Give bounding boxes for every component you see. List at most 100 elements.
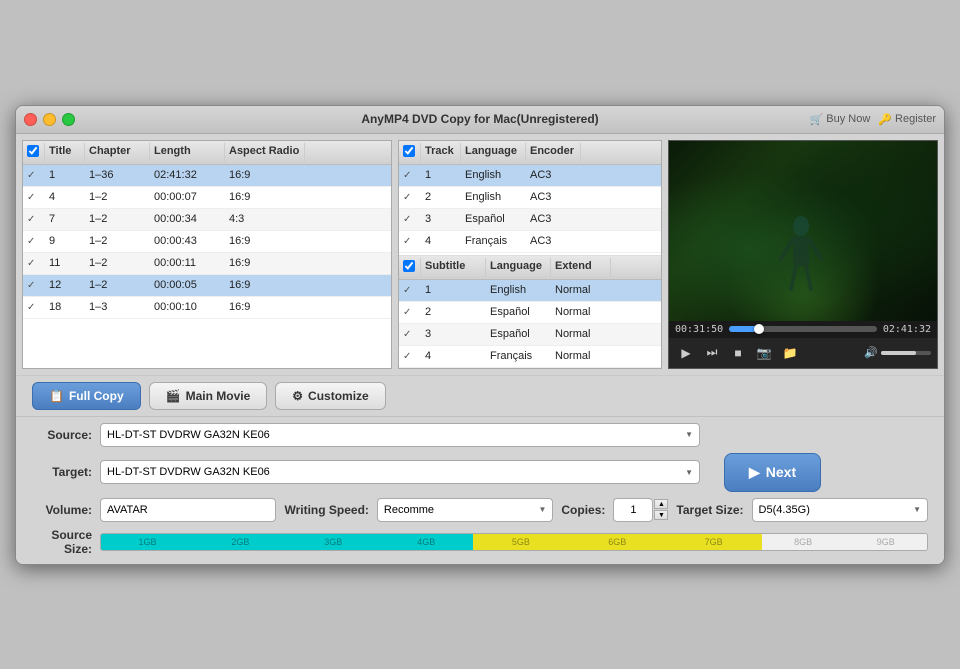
copies-label: Copies:: [561, 503, 605, 517]
avatar-figure: [776, 214, 826, 294]
folder-button[interactable]: 📁: [779, 342, 801, 364]
close-button[interactable]: [24, 113, 37, 126]
screenshot-button[interactable]: 📷: [753, 342, 775, 364]
window-title: AnyMP4 DVD Copy for Mac(Unregistered): [361, 112, 598, 126]
maximize-button[interactable]: [62, 113, 75, 126]
register-button[interactable]: 🔑 Register: [878, 113, 936, 126]
volume-input[interactable]: AVATAR: [100, 498, 276, 522]
main-content: Title Chapter Length Aspect Radio ✓ 1 1–…: [16, 134, 944, 375]
current-time: 00:31:50: [675, 324, 723, 335]
main-movie-button[interactable]: 🎬 Main Movie: [149, 382, 268, 410]
th-sub-check: [399, 258, 421, 277]
track-row[interactable]: ✓ 3 Español AC3: [399, 209, 661, 231]
source-size-label: Source Size:: [32, 528, 92, 556]
table-row[interactable]: ✓ 4 1–2 00:00:07 16:9: [23, 187, 391, 209]
source-label: Source:: [32, 428, 92, 442]
subtitle-row[interactable]: ✓ 3 Español Normal: [399, 324, 661, 346]
source-size-bar: 1GB2GB3GB4GB 5GB6GB7GB 8GB9GB: [100, 533, 928, 551]
subtitle-row[interactable]: ✓ 4 Français Normal: [399, 346, 661, 368]
preview-panel: 00:31:50 02:41:32 ▶ ⏭ ■ 📷 📁: [668, 140, 938, 369]
th-subtitle: Subtitle: [421, 258, 486, 277]
select-all-subtitles[interactable]: [403, 260, 415, 272]
fast-forward-button[interactable]: ⏭: [701, 342, 723, 364]
tracks-header: Track Language Encoder: [399, 141, 661, 165]
copy-buttons-row: 📋 Full Copy 🎬 Main Movie ⚙ Customize: [16, 375, 944, 416]
main-window: AnyMP4 DVD Copy for Mac(Unregistered) 🛒 …: [15, 105, 945, 565]
copy-icon: 📋: [49, 389, 64, 403]
volume-label: Volume:: [32, 503, 92, 517]
progress-thumb: [754, 324, 764, 334]
table-row[interactable]: ✓ 9 1–2 00:00:43 16:9: [23, 231, 391, 253]
table-row[interactable]: ✓ 11 1–2 00:00:11 16:9: [23, 253, 391, 275]
titlebar: AnyMP4 DVD Copy for Mac(Unregistered) 🛒 …: [16, 106, 944, 134]
preview-video: [669, 141, 937, 321]
titles-header: Title Chapter Length Aspect Radio: [23, 141, 391, 165]
volume-row: Volume: AVATAR Writing Speed: Recomme Co…: [32, 498, 928, 522]
next-button[interactable]: ▶ Next: [724, 453, 821, 492]
play-button[interactable]: ▶: [675, 342, 697, 364]
volume-slider: 🔊: [864, 346, 931, 359]
target-dropdown[interactable]: HL-DT-ST DVDRW GA32N KE06: [100, 460, 700, 484]
bottom-panel: Source: HL-DT-ST DVDRW GA32N KE06 Target…: [16, 416, 944, 564]
cart-icon: 🛒: [810, 113, 824, 126]
customize-icon: ⚙: [292, 389, 303, 403]
playback-controls: ▶ ⏭ ■ 📷 📁 🔊: [669, 338, 937, 368]
stop-button[interactable]: ■: [727, 342, 749, 364]
th-extend: Extend: [551, 258, 611, 277]
titlebar-right: 🛒 Buy Now 🔑 Register: [810, 113, 936, 126]
copies-up-button[interactable]: ▲: [654, 499, 668, 509]
table-row[interactable]: ✓ 1 1–36 02:41:32 16:9: [23, 165, 391, 187]
buy-now-button[interactable]: 🛒 Buy Now: [810, 113, 871, 126]
film-icon: 🎬: [166, 389, 181, 403]
table-row[interactable]: ✓ 18 1–3 00:00:10 16:9: [23, 297, 391, 319]
copies-field: ▲ ▼: [613, 498, 668, 522]
volume-track[interactable]: [881, 351, 931, 355]
customize-button[interactable]: ⚙ Customize: [275, 382, 385, 410]
th-check: [23, 143, 45, 162]
left-panel: Title Chapter Length Aspect Radio ✓ 1 1–…: [22, 140, 392, 369]
titles-table: Title Chapter Length Aspect Radio ✓ 1 1–…: [22, 140, 392, 369]
th-track-lang: Language: [461, 143, 526, 162]
progress-bar[interactable]: [729, 326, 877, 332]
th-encoder: Encoder: [526, 143, 581, 162]
bar-yellow: 5GB6GB7GB: [473, 534, 762, 550]
select-all-tracks[interactable]: [403, 145, 415, 157]
subtitle-row[interactable]: ✓ 1 English Normal: [399, 280, 661, 302]
target-size-label: Target Size:: [676, 503, 743, 517]
track-row[interactable]: ✓ 4 Français AC3: [399, 231, 661, 253]
total-time: 02:41:32: [883, 324, 931, 335]
th-track-check: [399, 143, 421, 162]
target-row: Target: HL-DT-ST DVDRW GA32N KE06 ▶ Next: [32, 453, 928, 492]
traffic-lights: [24, 113, 75, 126]
writing-speed-label: Writing Speed:: [284, 503, 368, 517]
next-arrow-icon: ▶: [749, 464, 760, 481]
source-size-row: Source Size: 1GB2GB3GB4GB 5GB6GB7GB 8GB9…: [32, 528, 928, 556]
track-row[interactable]: ✓ 2 English AC3: [399, 187, 661, 209]
source-dropdown[interactable]: HL-DT-ST DVDRW GA32N KE06: [100, 423, 700, 447]
th-track-num: Track: [421, 143, 461, 162]
subtitle-row[interactable]: ✓ 2 Español Normal: [399, 302, 661, 324]
th-sub-lang: Language: [486, 258, 551, 277]
table-row[interactable]: ✓ 7 1–2 00:00:34 4:3: [23, 209, 391, 231]
bar-empty: 8GB9GB: [762, 534, 927, 550]
th-chapter: Chapter: [85, 143, 150, 162]
source-row: Source: HL-DT-ST DVDRW GA32N KE06: [32, 423, 928, 447]
select-all-titles[interactable]: [27, 145, 39, 157]
time-bar: 00:31:50 02:41:32: [669, 321, 937, 338]
copies-spinner: ▲ ▼: [654, 499, 668, 520]
full-copy-button[interactable]: 📋 Full Copy: [32, 382, 141, 410]
tracks-subtitles-table: Track Language Encoder ✓ 1 English AC3 ✓…: [398, 140, 662, 369]
bar-cyan: 1GB2GB3GB4GB: [101, 534, 473, 550]
table-row[interactable]: ✓ 12 1–2 00:00:05 16:9: [23, 275, 391, 297]
th-length: Length: [150, 143, 225, 162]
minimize-button[interactable]: [43, 113, 56, 126]
copies-down-button[interactable]: ▼: [654, 510, 668, 520]
volume-fill: [881, 351, 916, 355]
track-row[interactable]: ✓ 1 English AC3: [399, 165, 661, 187]
target-size-dropdown[interactable]: D5(4.35G): [752, 498, 928, 522]
volume-icon: 🔊: [864, 346, 878, 359]
titles-rows: ✓ 1 1–36 02:41:32 16:9 ✓ 4 1–2 00:00:07 …: [23, 165, 391, 319]
th-title: Title: [45, 143, 85, 162]
copies-input[interactable]: [613, 498, 653, 522]
writing-speed-dropdown[interactable]: Recomme: [377, 498, 553, 522]
